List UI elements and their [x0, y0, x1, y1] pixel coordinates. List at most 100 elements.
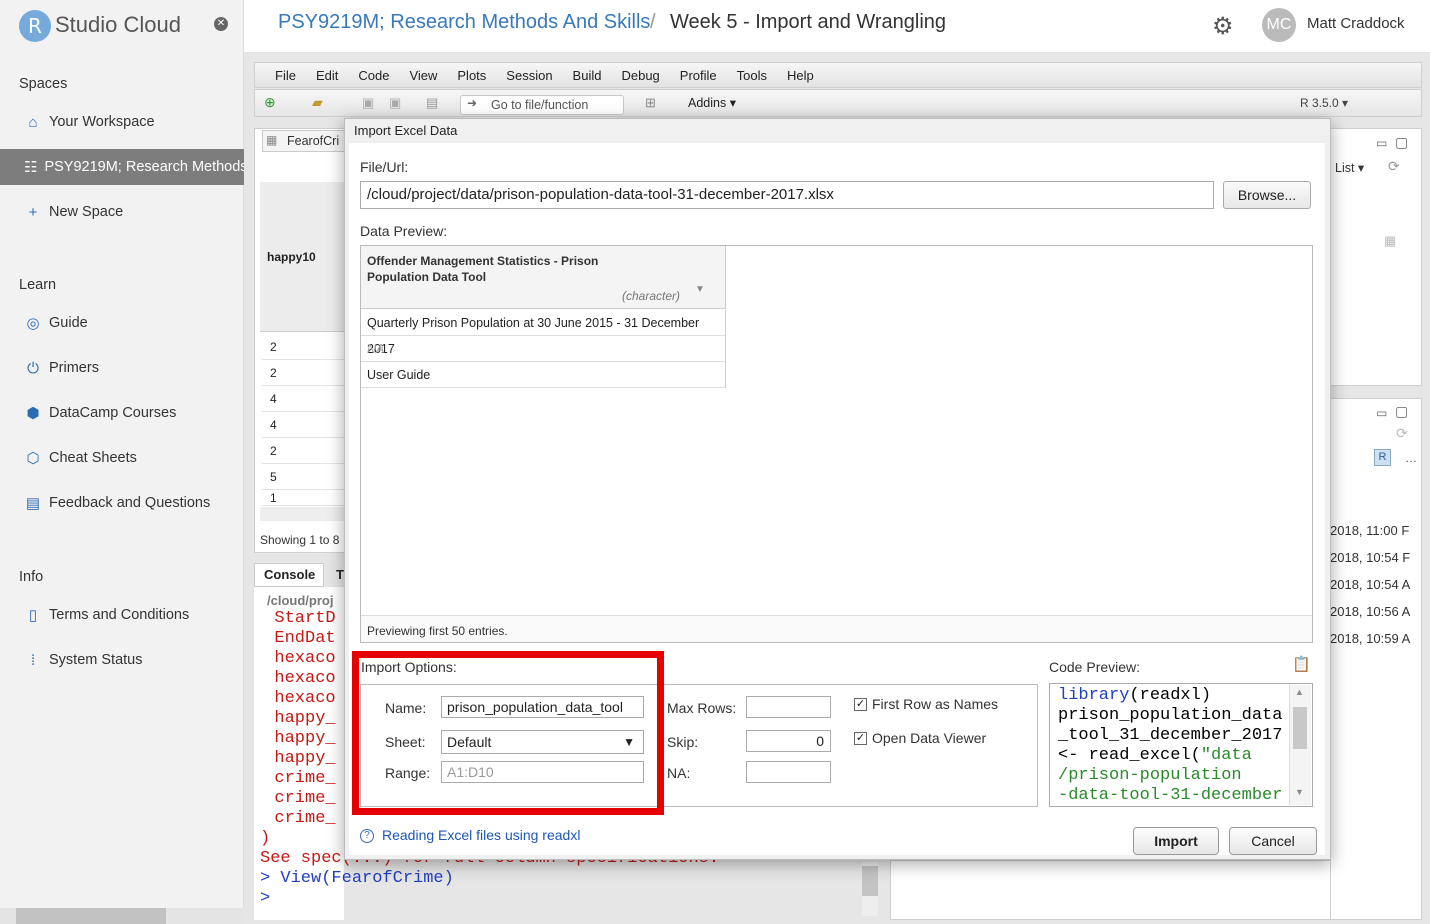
- help-link[interactable]: Reading Excel files using readxl: [382, 827, 580, 843]
- plus-icon: +: [28, 203, 38, 221]
- code-line: _tool_31_december_2017: [1058, 726, 1290, 746]
- document-icon: ▯: [28, 607, 38, 624]
- avatar[interactable]: MC: [1262, 8, 1296, 42]
- cancel-button[interactable]: Cancel: [1229, 827, 1317, 855]
- sidebar-item-your-workspace[interactable]: ⌂ Your Workspace: [0, 104, 244, 140]
- minimize-icon[interactable]: ▭: [1376, 136, 1387, 150]
- sidebar-scrollbar[interactable]: [0, 908, 244, 924]
- grid-layout-icon[interactable]: ⊞: [645, 95, 656, 111]
- menu-debug[interactable]: Debug: [621, 68, 659, 83]
- breadcrumb-space[interactable]: PSY9219M; Research Methods And Skills: [278, 11, 650, 34]
- goto-file-input[interactable]: Go to file/function: [460, 95, 624, 115]
- code-line: /prison-population: [1058, 766, 1290, 786]
- new-file-icon[interactable]: ⊕: [264, 94, 276, 111]
- import-button[interactable]: Import: [1133, 827, 1219, 855]
- gear-icon[interactable]: ⚙: [1212, 12, 1234, 41]
- compass-icon: ◎: [26, 315, 40, 332]
- scroll-down-icon[interactable]: ▼: [1295, 787, 1304, 797]
- people-icon: ☷: [24, 159, 38, 176]
- menu-session[interactable]: Session: [506, 68, 552, 83]
- sidebar-item-primers[interactable]: ⏻ Primers: [0, 350, 244, 386]
- menu-tools[interactable]: Tools: [737, 68, 767, 83]
- first-row-checkbox[interactable]: ✓: [854, 698, 867, 711]
- sidebar-item-new-space[interactable]: + New Space: [0, 194, 244, 230]
- max-rows-input[interactable]: [746, 696, 831, 718]
- file-url-input[interactable]: /cloud/project/data/prison-population-da…: [360, 181, 1214, 209]
- breadcrumb-project: Week 5 - Import and Wrangling: [670, 11, 947, 33]
- menu-code[interactable]: Code: [358, 68, 389, 83]
- table-row: 2: [262, 360, 348, 386]
- sidebar-item-label: Primers: [49, 360, 99, 376]
- grid-icon[interactable]: ▦: [1384, 233, 1396, 249]
- console-scrollbar[interactable]: [862, 862, 878, 916]
- r-project-icon[interactable]: R: [1374, 449, 1391, 466]
- refresh-icon[interactable]: ⟳: [1388, 158, 1400, 175]
- open-folder-icon[interactable]: ▰: [312, 94, 323, 111]
- menu-build[interactable]: Build: [573, 68, 602, 83]
- menu-plots[interactable]: Plots: [457, 68, 486, 83]
- print-icon[interactable]: ▤: [426, 95, 438, 111]
- column-type-dropdown-icon[interactable]: ▼: [695, 284, 705, 295]
- preview-row: Quarterly Prison Population at 30 June 2…: [361, 310, 726, 356]
- brand-title: Studio Cloud: [55, 12, 181, 37]
- horizontal-scrollbar[interactable]: [260, 507, 350, 521]
- more-icon[interactable]: …: [1405, 451, 1417, 465]
- table-row: 5: [262, 464, 348, 490]
- code-line: <- read_excel("data: [1058, 746, 1290, 766]
- skip-input[interactable]: 0: [746, 730, 831, 752]
- refresh-icon[interactable]: ⟳: [1396, 425, 1408, 442]
- rstudio-logo-icon: R: [19, 10, 51, 42]
- scroll-thumb[interactable]: [1293, 707, 1307, 749]
- r-version[interactable]: R 3.5.0 ▾: [1300, 96, 1348, 110]
- code-preview-label: Code Preview:: [1049, 659, 1141, 675]
- preview-column-type: (character): [622, 289, 681, 303]
- table-row: 2: [262, 438, 348, 464]
- sidebar-item-terms[interactable]: ▯ Terms and Conditions: [0, 597, 244, 633]
- help-icon: ?: [360, 829, 374, 843]
- save-all-icon[interactable]: ▣: [389, 95, 401, 111]
- section-learn: Learn: [19, 277, 57, 293]
- code-token: prison_population_data: [1058, 706, 1283, 725]
- menu-file[interactable]: File: [275, 68, 296, 83]
- list-view-toggle[interactable]: List ▾: [1335, 160, 1364, 175]
- maximize-icon[interactable]: ▢: [1395, 134, 1408, 151]
- column-header-label[interactable]: happy10: [267, 250, 316, 264]
- sidebar-item-psy9219m[interactable]: ☷ PSY9219M; Research Methods: [0, 149, 244, 185]
- open-viewer-checkbox[interactable]: ✓: [854, 732, 867, 745]
- scroll-up-icon[interactable]: ▲: [1295, 687, 1304, 697]
- tab-console[interactable]: Console: [254, 563, 324, 587]
- menu-edit[interactable]: Edit: [316, 68, 338, 83]
- menu-view[interactable]: View: [409, 68, 437, 83]
- sidebar-item-label: DataCamp Courses: [49, 405, 177, 421]
- tab-terminal[interactable]: T: [336, 567, 344, 582]
- code-scrollbar[interactable]: ▲ ▼: [1289, 685, 1311, 805]
- file-url-label: File/Url:: [360, 159, 409, 175]
- sidebar-item-guide[interactable]: ◎ Guide: [0, 305, 244, 341]
- power-icon: ⏻: [27, 359, 39, 377]
- preview-column-name: Offender Management Statistics - Prison …: [367, 254, 599, 284]
- na-label: NA:: [667, 765, 691, 781]
- save-icon[interactable]: ▣: [362, 95, 374, 111]
- r-version-label: R 3.5.0: [1300, 96, 1339, 110]
- max-rows-label: Max Rows:: [667, 700, 737, 716]
- maximize-icon[interactable]: ▢: [1395, 403, 1408, 420]
- table-row: 4: [262, 412, 348, 438]
- addins-menu[interactable]: Addins ▾: [688, 95, 736, 110]
- sidebar-item-label: Guide: [49, 315, 88, 331]
- sidebar-item-system-status[interactable]: ⦙ System Status: [0, 642, 244, 678]
- console-prompt[interactable]: >: [260, 889, 890, 909]
- menu-profile[interactable]: Profile: [680, 68, 717, 83]
- sidebar-item-feedback[interactable]: ▤ Feedback and Questions: [0, 485, 244, 521]
- clipboard-icon[interactable]: 📋: [1292, 655, 1311, 673]
- table-row: 4: [262, 386, 348, 412]
- na-input[interactable]: [746, 761, 831, 783]
- user-name[interactable]: Matt Craddock: [1307, 15, 1405, 32]
- breadcrumb-separator: /: [650, 11, 656, 33]
- sidebar-item-datacamp[interactable]: ⬢ DataCamp Courses: [0, 395, 244, 431]
- browse-button[interactable]: Browse...: [1223, 181, 1311, 209]
- sidebar-item-cheat-sheets[interactable]: ⬡ Cheat Sheets: [0, 440, 244, 476]
- minimize-icon[interactable]: ▭: [1376, 406, 1387, 420]
- menu-help[interactable]: Help: [787, 68, 814, 83]
- close-sidebar-icon[interactable]: ✕: [214, 17, 228, 31]
- addins-label: Addins: [688, 96, 727, 110]
